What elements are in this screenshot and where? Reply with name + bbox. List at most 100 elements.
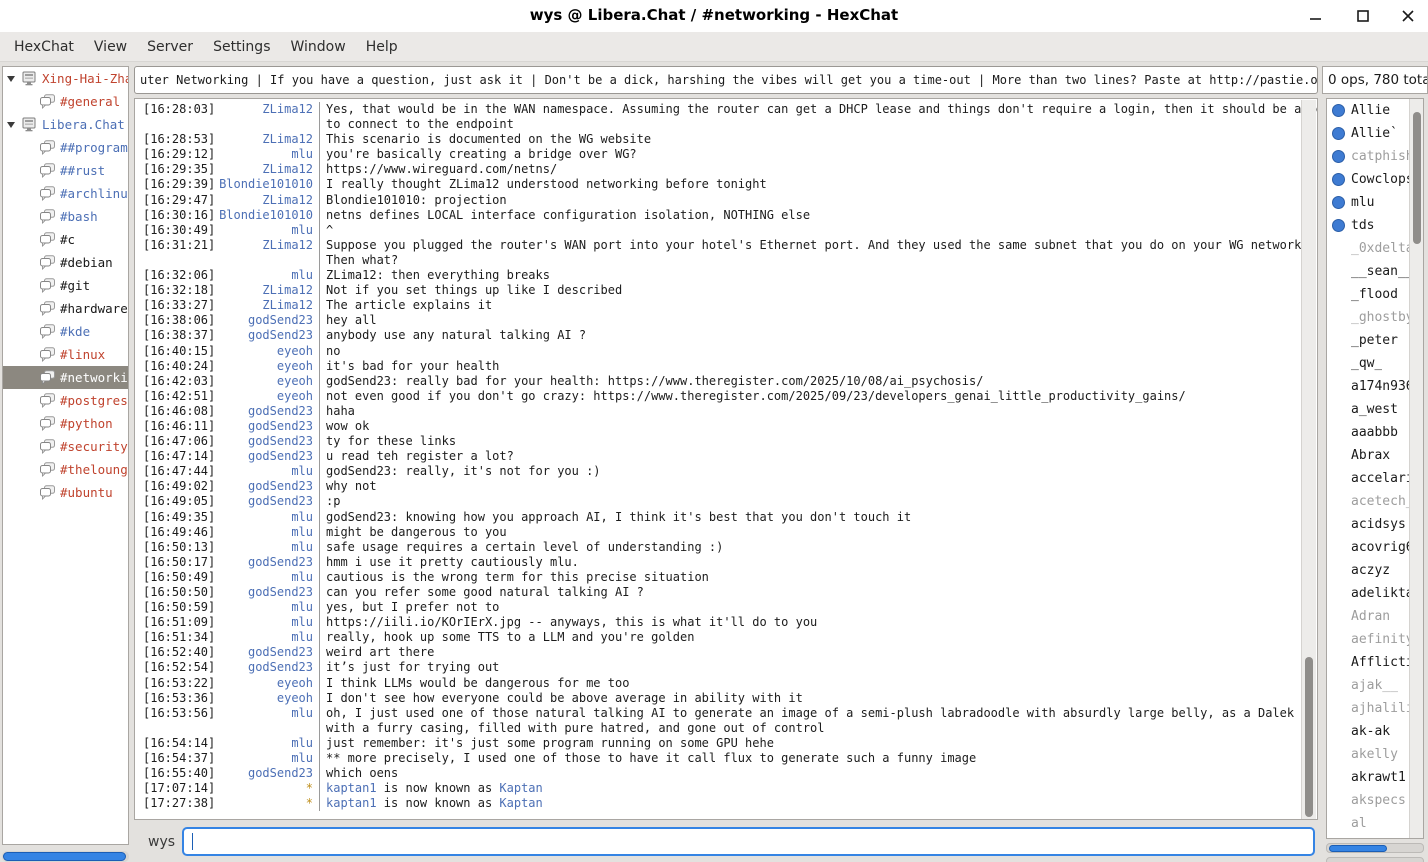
nick[interactable]: godSend23 — [216, 479, 313, 494]
menu-view[interactable]: View — [84, 35, 137, 59]
nick[interactable]: Blondie101010 — [216, 208, 313, 223]
tree-hscrollbar-thumb[interactable] — [3, 852, 126, 861]
nick[interactable]: ZLima12 — [216, 283, 313, 298]
nick[interactable]: godSend23 — [216, 434, 313, 449]
chat-vscrollbar-thumb[interactable] — [1305, 657, 1313, 817]
sidebar-item-general[interactable]: #general — [3, 90, 128, 113]
nick[interactable]: ZLima12 — [216, 193, 313, 208]
sidebar-item-archlinux[interactable]: #archlinux — [3, 182, 128, 205]
nick[interactable]: mlu — [216, 736, 313, 751]
nick[interactable]: eyeoh — [216, 389, 313, 404]
nick[interactable]: godSend23 — [216, 766, 313, 781]
menu-help[interactable]: Help — [356, 35, 408, 59]
sidebar-item-xing-hai-zhan[interactable]: Xing-Hai-Zhan — [3, 67, 128, 90]
nick[interactable]: mlu — [216, 600, 313, 615]
nick[interactable]: ZLima12 — [216, 162, 313, 177]
user-mode-dot-empty — [1332, 702, 1345, 715]
sidebar-item-c[interactable]: #c — [3, 228, 128, 251]
nick[interactable]: mlu — [216, 706, 313, 721]
nick-link[interactable]: kaptan1 — [326, 781, 377, 795]
chat-message-line: [16:47:06]godSend23ty for these links — [143, 434, 1317, 449]
sidebar-item-label: Xing-Hai-Zhan — [42, 71, 128, 86]
menu-window[interactable]: Window — [280, 35, 355, 59]
sidebar-item-postgresql[interactable]: #postgresql — [3, 389, 128, 412]
sidebar-item-debian[interactable]: #debian — [3, 251, 128, 274]
sidebar-item-label: #hardware — [60, 301, 128, 316]
nick[interactable]: mlu — [216, 570, 313, 585]
nick[interactable]: godSend23 — [216, 494, 313, 509]
nick[interactable]: ZLima12 — [216, 298, 313, 313]
nick[interactable]: Blondie101010 — [216, 177, 313, 192]
expander-icon[interactable] — [7, 76, 21, 82]
nick[interactable]: eyeoh — [216, 359, 313, 374]
nick[interactable]: ZLima12 — [216, 238, 313, 253]
nick[interactable]: ZLima12 — [216, 102, 313, 117]
menu-settings[interactable]: Settings — [203, 35, 280, 59]
nick[interactable]: godSend23 — [216, 585, 313, 600]
nick[interactable]: eyeoh — [216, 344, 313, 359]
nick-link[interactable]: kaptan1 — [326, 796, 377, 810]
sidebar-item-hardware[interactable]: #hardware — [3, 297, 128, 320]
message-input[interactable] — [182, 827, 1315, 856]
nick[interactable]: mlu — [216, 540, 313, 555]
user-mode-dot-empty — [1332, 426, 1345, 439]
nick[interactable]: godSend23 — [216, 313, 313, 328]
nick[interactable]: mlu — [216, 223, 313, 238]
sidebar-item-label: #python — [60, 416, 113, 431]
sidebar-item-thelounge[interactable]: #thelounge — [3, 458, 128, 481]
minimize-icon[interactable] — [1308, 8, 1324, 24]
nick[interactable]: mlu — [216, 751, 313, 766]
nick[interactable]: godSend23 — [216, 404, 313, 419]
timestamp: [16:29:47] — [143, 193, 216, 208]
nick[interactable]: mlu — [216, 630, 313, 645]
sidebar-item-git[interactable]: #git — [3, 274, 128, 297]
nick[interactable]: mlu — [216, 147, 313, 162]
nick[interactable]: godSend23 — [216, 645, 313, 660]
sidebar-item-linux[interactable]: #linux — [3, 343, 128, 366]
maximize-icon[interactable] — [1355, 8, 1371, 24]
sidebar-item-python[interactable]: #python — [3, 412, 128, 435]
userlist-vscrollbar-thumb[interactable] — [1413, 112, 1421, 244]
nick-link[interactable]: Kaptan — [499, 781, 542, 795]
tree-hscrollbar — [2, 851, 129, 862]
sidebar-item-security[interactable]: #security — [3, 435, 128, 458]
nick[interactable]: godSend23 — [216, 660, 313, 675]
chat-message-line: [16:52:40]godSend23weird art there — [143, 645, 1317, 660]
sidebar-item-kde[interactable]: #kde — [3, 320, 128, 343]
message-text: Yes, that would be in the WAN namespace.… — [319, 102, 1317, 117]
sidebar-item-ubuntu[interactable]: #ubuntu — [3, 481, 128, 504]
menu-hexchat[interactable]: HexChat — [4, 35, 84, 59]
user-mode-dot-empty — [1332, 311, 1345, 324]
sidebar-item-programming[interactable]: ##programming — [3, 136, 128, 159]
nick[interactable]: godSend23 — [216, 555, 313, 570]
channel-icon — [39, 324, 56, 339]
expander-icon[interactable] — [7, 122, 21, 128]
sidebar-item-libera-chat[interactable]: Libera.Chat — [3, 113, 128, 136]
sidebar-item-networking[interactable]: #networking — [3, 366, 128, 389]
menu-server[interactable]: Server — [137, 35, 203, 59]
topic-bar[interactable]: uter Networking | If you have a question… — [134, 66, 1318, 94]
server-tree[interactable]: Xing-Hai-Zhan #generalLibera.Chat##progra… — [2, 66, 129, 845]
nick[interactable]: mlu — [216, 510, 313, 525]
user-nick: _flood — [1351, 287, 1398, 302]
sidebar-item-rust[interactable]: ##rust — [3, 159, 128, 182]
timestamp: [16:38:06] — [143, 313, 216, 328]
nick[interactable]: eyeoh — [216, 691, 313, 706]
chat-message-line: [16:29:12]mluyou're basically creating a… — [143, 147, 1317, 162]
nick[interactable]: godSend23 — [216, 449, 313, 464]
nick[interactable]: mlu — [216, 615, 313, 630]
nick[interactable]: mlu — [216, 525, 313, 540]
titlebar: wys @ Libera.Chat / #networking - HexCha… — [0, 0, 1428, 32]
nick[interactable]: mlu — [216, 464, 313, 479]
message-text: anybody use any natural talking AI ? — [319, 328, 1317, 343]
nick[interactable]: ZLima12 — [216, 132, 313, 147]
message-text: ** more precisely, I used one of those t… — [319, 751, 1317, 766]
nick[interactable]: mlu — [216, 268, 313, 283]
nick-link[interactable]: Kaptan — [499, 796, 542, 810]
nick[interactable]: godSend23 — [216, 419, 313, 434]
sidebar-item-bash[interactable]: #bash — [3, 205, 128, 228]
nick[interactable]: eyeoh — [216, 676, 313, 691]
nick[interactable]: godSend23 — [216, 328, 313, 343]
nick[interactable]: eyeoh — [216, 374, 313, 389]
close-icon[interactable] — [1400, 8, 1416, 24]
